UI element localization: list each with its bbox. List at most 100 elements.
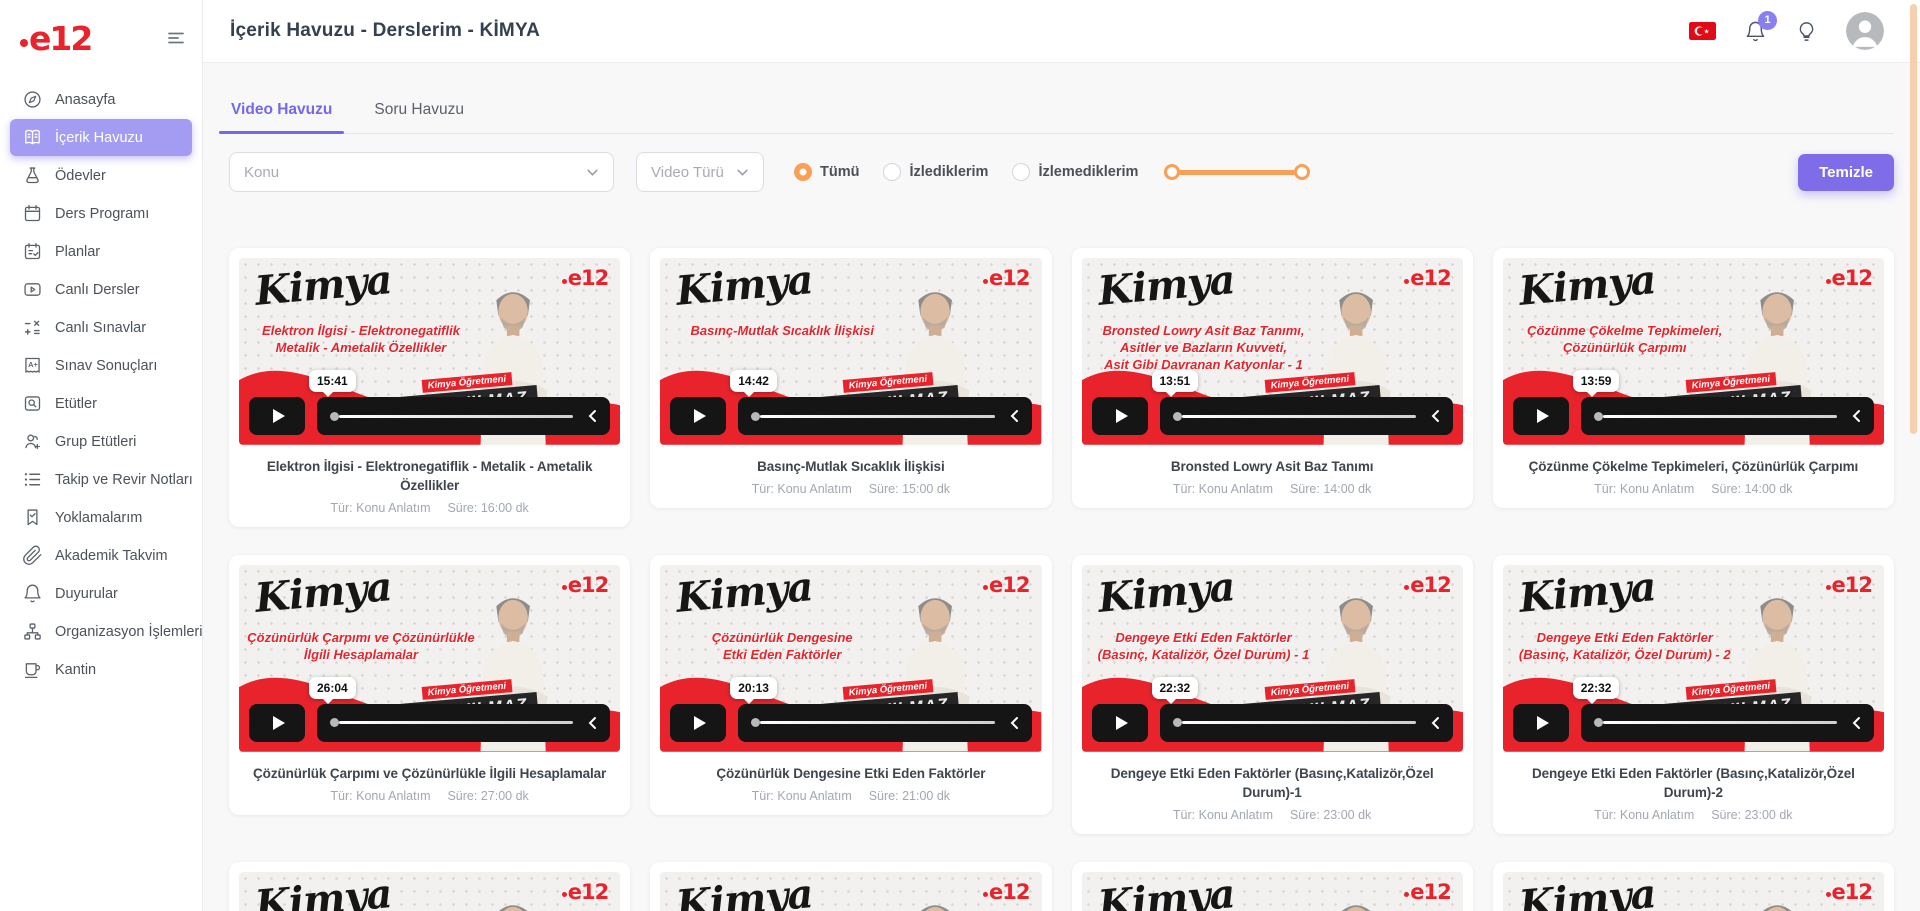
video-card-1[interactable]: Kimya e12 xyxy=(650,248,1051,508)
notifications-button[interactable]: 1 xyxy=(1744,20,1767,43)
video-thumbnail[interactable]: Kimya e12 xyxy=(1082,565,1463,752)
progress-track[interactable] xyxy=(760,415,994,418)
progress-knob[interactable] xyxy=(330,412,339,421)
play-button[interactable] xyxy=(249,397,305,435)
collapse-chevron-icon[interactable] xyxy=(587,409,597,423)
video-turu-select[interactable]: Video Türü xyxy=(636,152,764,192)
video-thumbnail[interactable]: Kimya e12 xyxy=(239,258,620,445)
progress-bar-container[interactable]: 22:32 xyxy=(1581,704,1874,742)
collapse-chevron-icon[interactable] xyxy=(1430,409,1440,423)
video-thumbnail[interactable]: Kimya e12 xyxy=(660,872,1041,911)
sidebar-item-3[interactable]: Ders Programı xyxy=(10,195,192,232)
video-thumbnail[interactable]: Kimya e12 xyxy=(1503,258,1884,445)
collapse-chevron-icon[interactable] xyxy=(587,716,597,730)
user-avatar[interactable] xyxy=(1846,12,1884,50)
video-card-3[interactable]: Kimya e12 xyxy=(1493,248,1894,508)
video-thumbnail[interactable]: Kimya e12 xyxy=(660,258,1041,445)
video-thumbnail[interactable]: Kimya e12 xyxy=(239,872,620,911)
progress-knob[interactable] xyxy=(1594,412,1603,421)
video-card-2[interactable]: Kimya e12 xyxy=(1072,248,1473,508)
progress-bar-container[interactable]: 14:42 xyxy=(738,397,1031,435)
sidebar-item-12[interactable]: Akademik Takvim xyxy=(10,537,192,574)
progress-track[interactable] xyxy=(339,415,573,418)
progress-bar-container[interactable]: 13:59 xyxy=(1581,397,1874,435)
play-button[interactable] xyxy=(670,397,726,435)
video-card-5[interactable]: Kimya e12 xyxy=(650,555,1051,815)
sidebar-item-11[interactable]: Yoklamalarım xyxy=(10,499,192,536)
sidebar-toggle-icon[interactable] xyxy=(166,28,186,48)
progress-knob[interactable] xyxy=(330,718,339,727)
progress-knob[interactable] xyxy=(1173,412,1182,421)
scrollbar-thumb[interactable] xyxy=(1910,4,1917,434)
progress-bar-container[interactable]: 15:41 xyxy=(317,397,610,435)
collapse-chevron-icon[interactable] xyxy=(1009,716,1019,730)
slider-handle-left[interactable] xyxy=(1164,164,1180,180)
video-card-6[interactable]: Kimya e12 xyxy=(1072,555,1473,834)
video-card-11[interactable]: Kimya e12 xyxy=(1493,862,1894,911)
video-card-7[interactable]: Kimya e12 xyxy=(1493,555,1894,834)
play-button[interactable] xyxy=(1513,704,1569,742)
video-thumbnail[interactable]: Kimya e12 xyxy=(239,565,620,752)
sidebar-item-13[interactable]: Duyurular xyxy=(10,575,192,612)
konu-select[interactable]: Konu xyxy=(229,152,614,192)
e12-logo[interactable]: e12 xyxy=(20,19,91,58)
progress-track[interactable] xyxy=(1603,415,1837,418)
play-button[interactable] xyxy=(1513,397,1569,435)
sidebar-item-0[interactable]: Anasayfa xyxy=(10,81,192,118)
progress-knob[interactable] xyxy=(1594,718,1603,727)
play-button[interactable] xyxy=(1092,704,1148,742)
video-card-4[interactable]: Kimya e12 xyxy=(229,555,630,815)
video-card-8[interactable]: Kimya e12 xyxy=(229,862,630,911)
collapse-chevron-icon[interactable] xyxy=(1851,409,1861,423)
collapse-chevron-icon[interactable] xyxy=(1851,716,1861,730)
progress-knob[interactable] xyxy=(751,412,760,421)
progress-track[interactable] xyxy=(1603,721,1837,724)
radio-option-2[interactable]: İzlemediklerim xyxy=(1012,163,1138,181)
collapse-chevron-icon[interactable] xyxy=(1430,716,1440,730)
sidebar-item-7[interactable]: A+ Sınav Sonuçları xyxy=(10,347,192,384)
progress-track[interactable] xyxy=(1182,415,1416,418)
play-button[interactable] xyxy=(1092,397,1148,435)
sidebar-item-14[interactable]: Organizasyon İşlemleri xyxy=(10,613,192,650)
sidebar-item-15[interactable]: Kantin xyxy=(10,651,192,688)
duration-range-slider[interactable] xyxy=(1172,170,1302,175)
sidebar-item-5[interactable]: Canlı Dersler xyxy=(10,271,192,308)
progress-track[interactable] xyxy=(339,721,573,724)
slider-handle-right[interactable] xyxy=(1294,164,1310,180)
progress-knob[interactable] xyxy=(751,718,760,727)
video-thumbnail[interactable]: Kimya e12 xyxy=(1503,565,1884,752)
sidebar-item-1[interactable]: İçerik Havuzu xyxy=(10,119,192,156)
progress-bar-container[interactable]: 13:51 xyxy=(1160,397,1453,435)
collapse-chevron-icon[interactable] xyxy=(1009,409,1019,423)
progress-bar-container[interactable]: 20:13 xyxy=(738,704,1031,742)
sidebar-item-6[interactable]: Canlı Sınavlar xyxy=(10,309,192,346)
video-thumbnail[interactable]: Kimya e12 xyxy=(1503,872,1884,911)
video-card-10[interactable]: Kimya e12 xyxy=(1072,862,1473,911)
sidebar-item-label: Kantin xyxy=(55,662,96,678)
play-button[interactable] xyxy=(670,704,726,742)
tab-0[interactable]: Video Havuzu xyxy=(229,89,334,133)
video-thumbnail[interactable]: Kimya e12 xyxy=(660,565,1041,752)
video-thumbnail[interactable]: Kimya e12 xyxy=(1082,258,1463,445)
progress-track[interactable] xyxy=(760,721,994,724)
tab-1[interactable]: Soru Havuzu xyxy=(372,89,466,133)
sidebar-item-10[interactable]: Takip ve Revir Notları xyxy=(10,461,192,498)
clear-filters-button[interactable]: Temizle xyxy=(1798,154,1894,191)
sidebar-item-label: İçerik Havuzu xyxy=(55,130,143,146)
radio-option-0[interactable]: Tümü xyxy=(794,163,859,181)
sidebar-item-8[interactable]: Etütler xyxy=(10,385,192,422)
sidebar-item-9[interactable]: Grup Etütleri xyxy=(10,423,192,460)
video-thumbnail[interactable]: Kimya e12 xyxy=(1082,872,1463,911)
progress-knob[interactable] xyxy=(1173,718,1182,727)
progress-track[interactable] xyxy=(1182,721,1416,724)
sidebar-item-4[interactable]: Planlar xyxy=(10,233,192,270)
turkish-flag-icon[interactable]: ★ xyxy=(1689,22,1716,40)
progress-bar-container[interactable]: 26:04 xyxy=(317,704,610,742)
theme-toggle-button[interactable] xyxy=(1795,20,1818,43)
video-card-9[interactable]: Kimya e12 xyxy=(650,862,1051,911)
play-button[interactable] xyxy=(249,704,305,742)
sidebar-item-2[interactable]: Ödevler xyxy=(10,157,192,194)
video-card-0[interactable]: Kimya e12 xyxy=(229,248,630,527)
radio-option-1[interactable]: İzlediklerim xyxy=(883,163,988,181)
progress-bar-container[interactable]: 22:32 xyxy=(1160,704,1453,742)
